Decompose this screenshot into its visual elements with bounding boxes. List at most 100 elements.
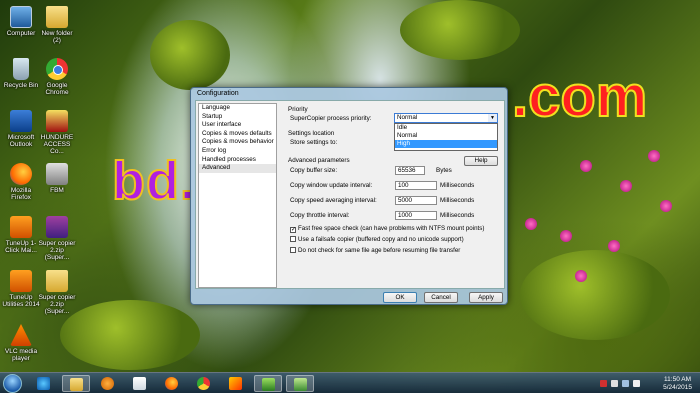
copy-buffer-size-field[interactable]: 65536 bbox=[395, 166, 425, 175]
wallpaper-flower bbox=[608, 240, 620, 252]
app-icon bbox=[229, 377, 242, 390]
folder-icon bbox=[46, 270, 68, 292]
nav-item-copies-moves-behavior[interactable]: Copies & moves behavior bbox=[199, 138, 276, 147]
desktop-icon-firefox[interactable]: Mozilla Firefox bbox=[2, 163, 40, 201]
desktop-icon-hundure-access[interactable]: HUNDURE ACCESS Co... bbox=[38, 110, 76, 155]
folder-icon bbox=[70, 378, 83, 391]
firefox-icon bbox=[10, 163, 32, 185]
checkbox-box bbox=[290, 236, 296, 242]
tray-volume-icon[interactable] bbox=[633, 380, 640, 387]
wallpaper-flower bbox=[648, 150, 660, 162]
system-clock[interactable]: 11:50 AM 5/24/2015 bbox=[663, 376, 692, 391]
desktop-icon-outlook[interactable]: Microsoft Outlook bbox=[2, 110, 40, 148]
priority-dropdown-list: Idle Normal High bbox=[394, 123, 498, 151]
wallpaper-flower bbox=[580, 160, 592, 172]
desktop-icon-fbm[interactable]: FBM bbox=[38, 163, 76, 194]
outlook-icon bbox=[10, 110, 32, 132]
window-update-interval-field[interactable]: 100 bbox=[395, 181, 437, 190]
throttle-interval-unit: Milliseconds bbox=[440, 212, 475, 219]
advanced-settings-panel: Priority SuperCopier process priority: N… bbox=[280, 103, 504, 288]
taskbar-app-colorful[interactable] bbox=[222, 375, 250, 392]
desktop-icon-supercopier-zip[interactable]: Super copier 2.zip (Super... bbox=[38, 216, 76, 261]
vlc-icon bbox=[10, 324, 32, 346]
copy-buffer-size-label: Copy buffer size: bbox=[290, 167, 338, 174]
taskbar-media-player[interactable] bbox=[94, 375, 122, 392]
fbm-icon bbox=[46, 163, 68, 185]
tray-alert-icon[interactable] bbox=[600, 380, 607, 387]
speed-averaging-interval-field[interactable]: 5000 bbox=[395, 196, 437, 205]
same-file-age-checkbox[interactable]: Do not check for same file age before re… bbox=[290, 247, 460, 254]
start-button[interactable] bbox=[3, 374, 22, 393]
priority-option-idle[interactable]: Idle bbox=[395, 124, 497, 132]
ok-button[interactable]: OK bbox=[383, 292, 417, 303]
nav-item-advanced[interactable]: Advanced bbox=[199, 164, 276, 173]
taskbar-explorer[interactable] bbox=[62, 375, 90, 392]
wallpaper-moss-rock bbox=[60, 300, 200, 370]
checkmark-icon: ✓ bbox=[290, 227, 297, 233]
speed-averaging-interval-label: Copy speed averaging interval: bbox=[290, 197, 377, 204]
taskbar-supercopier[interactable] bbox=[254, 375, 282, 392]
wallpaper-flower bbox=[575, 270, 587, 282]
folder-icon bbox=[46, 6, 68, 28]
media-player-icon bbox=[101, 377, 114, 390]
priority-section-label: Priority bbox=[288, 106, 308, 113]
store-settings-label: Store settings to: bbox=[290, 139, 338, 146]
nav-item-copies-moves-defaults[interactable]: Copies & moves defaults bbox=[199, 130, 276, 139]
throttle-interval-label: Copy throttle interval: bbox=[290, 212, 350, 219]
nav-item-error-log[interactable]: Error log bbox=[199, 147, 276, 156]
access-icon bbox=[46, 110, 68, 132]
speed-averaging-interval-unit: Milliseconds bbox=[440, 197, 475, 204]
wallpaper-flower bbox=[560, 230, 572, 242]
throttle-interval-field[interactable]: 1000 bbox=[395, 211, 437, 220]
desktop-icon-vlc[interactable]: VLC media player bbox=[2, 324, 40, 362]
window-update-interval-unit: Milliseconds bbox=[440, 182, 475, 189]
same-file-age-label: Do not check for same file age before re… bbox=[298, 247, 461, 254]
failsafe-copier-label: Use a failsafe copier (buffered copy and… bbox=[298, 236, 464, 243]
desktop-icon-tuneup-1click[interactable]: TuneUp 1-Click Mai... bbox=[2, 216, 40, 254]
desktop-icon-recycle-bin[interactable]: Recycle Bin bbox=[2, 58, 40, 89]
priority-select-value: Normal bbox=[397, 114, 418, 121]
nav-item-language[interactable]: Language bbox=[199, 104, 276, 113]
tuneup-utilities-icon bbox=[10, 270, 32, 292]
winrar-archive-icon bbox=[46, 216, 68, 238]
priority-select[interactable]: Normal ▼ bbox=[394, 113, 498, 123]
clock-date: 5/24/2015 bbox=[663, 383, 692, 391]
cancel-button[interactable]: Cancel bbox=[424, 292, 458, 303]
taskbar-notepad[interactable] bbox=[126, 375, 154, 392]
firefox-icon bbox=[165, 377, 178, 390]
taskbar-firefox[interactable] bbox=[158, 375, 186, 392]
desktop-icon-new-folder[interactable]: New folder (2) bbox=[38, 6, 76, 44]
nav-item-startup[interactable]: Startup bbox=[199, 113, 276, 122]
clock-time: 11:50 AM bbox=[664, 376, 692, 383]
help-button[interactable]: Help bbox=[464, 156, 498, 166]
desktop-icon-chrome[interactable]: Google Chrome bbox=[38, 58, 76, 96]
nav-item-user-interface[interactable]: User interface bbox=[199, 121, 276, 130]
wallpaper-moss-rock bbox=[400, 0, 520, 60]
wallpaper-moss-rock bbox=[150, 20, 230, 90]
settings-location-section-label: Settings location bbox=[288, 130, 335, 137]
desktop-icon-tuneup-utilities[interactable]: TuneUp Utilities 2014 bbox=[2, 270, 40, 308]
failsafe-copier-checkbox[interactable]: Use a failsafe copier (buffered copy and… bbox=[290, 236, 464, 243]
fast-free-space-check-checkbox[interactable]: ✓ Fast free space check (can have problem… bbox=[290, 225, 484, 233]
tuneup-icon bbox=[10, 216, 32, 238]
tray-flag-icon[interactable] bbox=[611, 380, 618, 387]
priority-option-high[interactable]: High bbox=[395, 140, 497, 148]
apply-button[interactable]: Apply bbox=[469, 292, 503, 303]
desktop-icon-computer[interactable]: Computer bbox=[2, 6, 40, 37]
chevron-down-icon[interactable]: ▼ bbox=[488, 114, 497, 122]
computer-icon bbox=[10, 6, 32, 28]
nav-item-handled-processes[interactable]: Handled processes bbox=[199, 156, 276, 165]
desktop-icon-supercopier-folder[interactable]: Super copier 2.zip (Super... bbox=[38, 270, 76, 315]
taskbar-chrome[interactable] bbox=[190, 375, 218, 392]
wallpaper-moss-rock bbox=[520, 250, 670, 340]
window-update-interval-label: Copy window update interval: bbox=[290, 182, 373, 189]
tray-network-icon[interactable] bbox=[622, 380, 629, 387]
copy-buffer-size-unit: Bytes bbox=[436, 167, 452, 174]
wallpaper-flower bbox=[525, 218, 537, 230]
taskbar-ie[interactable] bbox=[30, 375, 58, 392]
recycle-bin-icon bbox=[13, 58, 29, 80]
priority-option-normal[interactable]: Normal bbox=[395, 132, 497, 140]
fast-free-space-check-label: Fast free space check (can have problems… bbox=[298, 225, 485, 232]
dialog-body: Language Startup User interface Copies &… bbox=[195, 100, 505, 289]
taskbar-supercopier-config[interactable] bbox=[286, 375, 314, 392]
